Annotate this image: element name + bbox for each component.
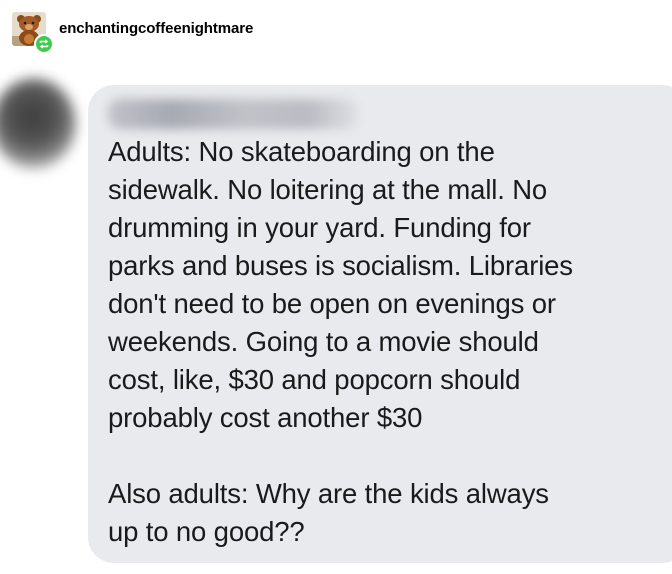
message-line: parks and buses is socialism. Libraries	[108, 250, 573, 281]
username[interactable]: enchantingcoffeenightmare	[59, 20, 253, 37]
message-line: sidewalk. No loitering at the mall. No	[108, 174, 548, 205]
user-avatar[interactable]	[12, 12, 54, 54]
message-line: weekends. Going to a movie should	[108, 326, 539, 357]
post-header: enchantingcoffeenightmare	[0, 0, 672, 60]
message-text: Adults: No skateboarding on the sidewalk…	[108, 133, 664, 551]
message-line: Also adults: Why are the kids always	[108, 478, 549, 509]
screenshot: enchantingcoffeenightmare Adults: No ska…	[0, 0, 672, 574]
message-line: drumming in your yard. Funding for	[108, 212, 531, 243]
message-line: cost, like, $30 and popcorn should	[108, 364, 521, 395]
blurred-profile-picture	[0, 78, 76, 170]
reblog-icon	[34, 34, 54, 54]
message-line: probably cost another $30	[108, 402, 423, 433]
message-line: don't need to be open on evenings or	[108, 288, 556, 319]
message-line: Adults: No skateboarding on the	[108, 136, 495, 167]
message-line: up to no good??	[108, 516, 305, 547]
blurred-sender-name	[108, 99, 358, 129]
